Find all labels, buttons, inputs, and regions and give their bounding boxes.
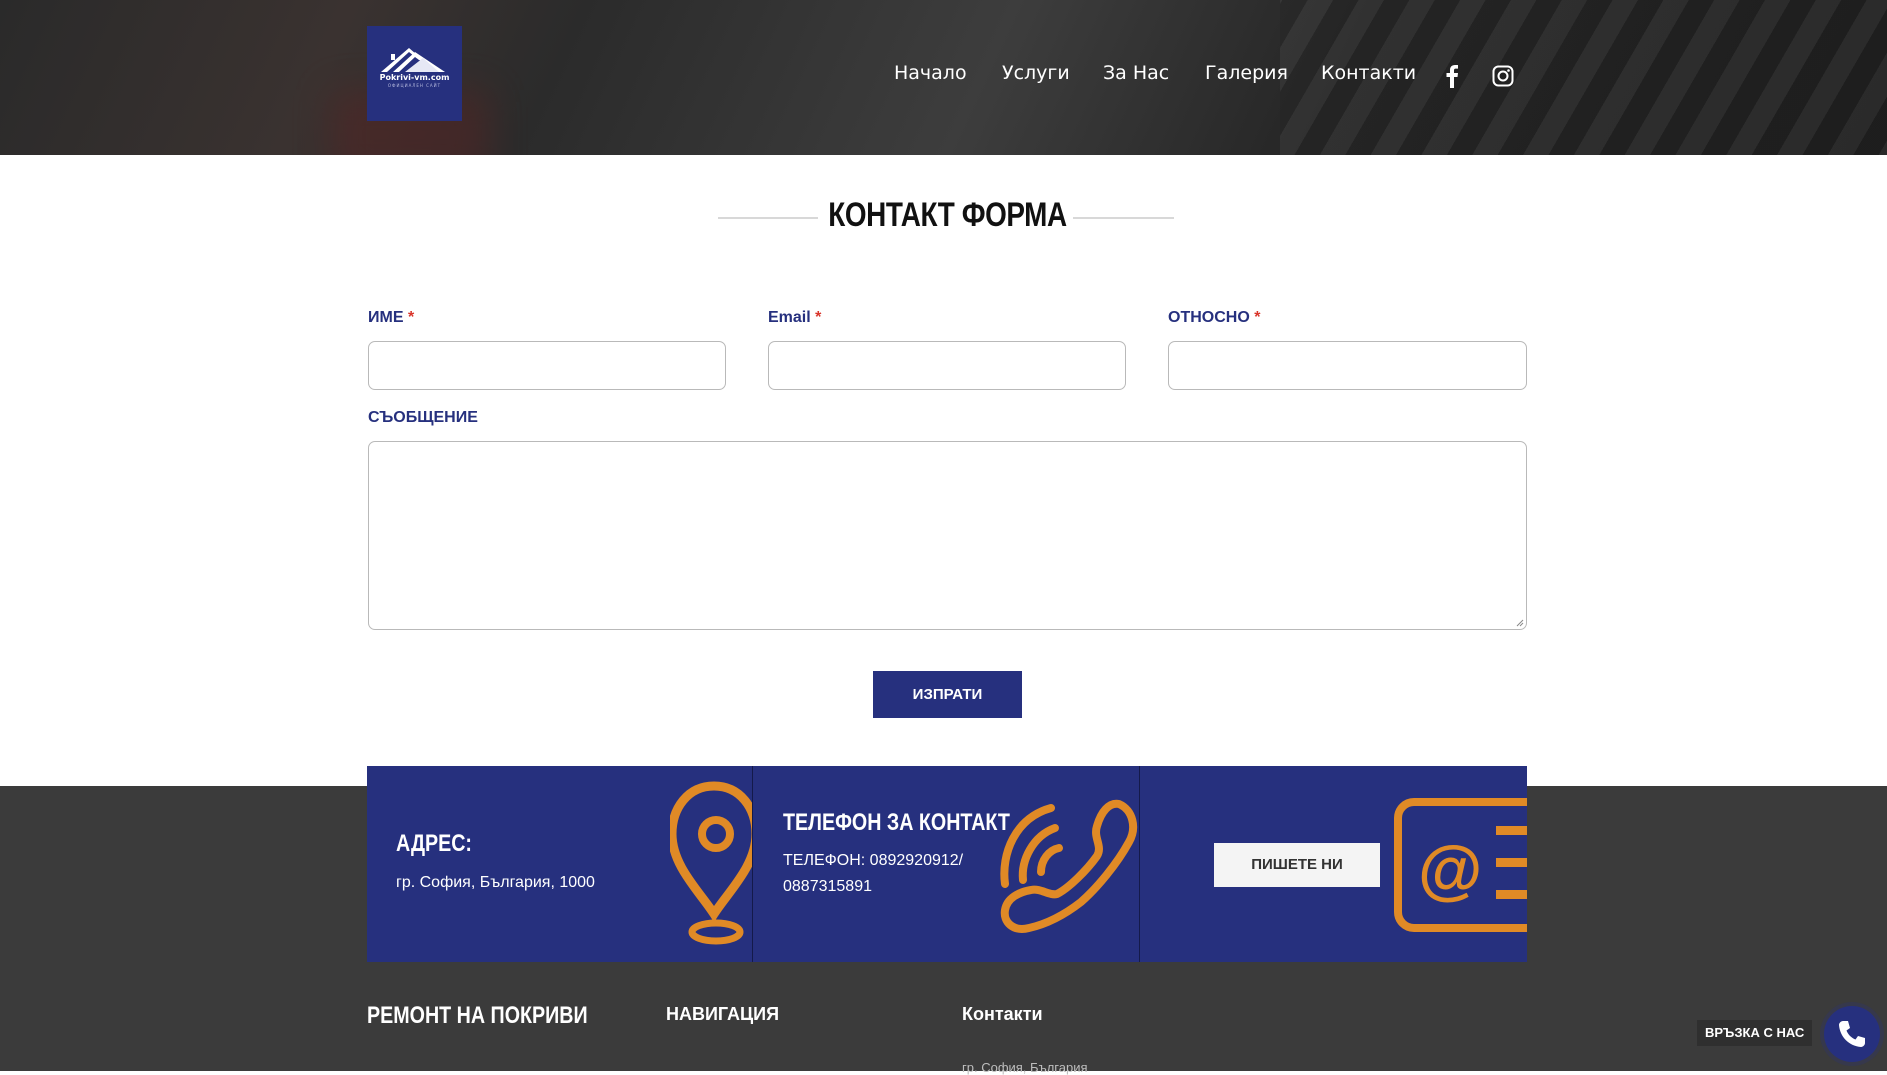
nav-contacts[interactable]: Контакти	[1321, 62, 1416, 84]
phone-ring-icon	[1000, 799, 1138, 933]
subject-field[interactable]	[1168, 341, 1527, 390]
email-field[interactable]	[768, 341, 1126, 390]
location-pin-icon	[670, 781, 752, 945]
nav-about[interactable]: За Нас	[1103, 62, 1169, 84]
phone-panel: ТЕЛЕФОН ЗА КОНТАКТ ТЕЛЕФОН: 0892920912/ …	[753, 766, 1139, 962]
facebook-icon[interactable]	[1445, 64, 1459, 92]
name-label: ИМЕ *	[368, 309, 415, 326]
message-label: СЪОБЩЕНИЕ	[368, 409, 478, 426]
address-title: АДРЕС:	[396, 830, 472, 857]
phone-line-1: ТЕЛЕФОН: 0892920912/	[783, 852, 964, 869]
phone-icon	[1839, 1021, 1865, 1047]
message-textarea[interactable]	[368, 441, 1527, 630]
email-card-icon: @	[1394, 798, 1527, 932]
site-logo[interactable]: Pokrivi-vm.com ОФИЦИАЛЕН САЙТ	[367, 26, 462, 121]
footer-col-title-navigation: НАВИГАЦИЯ	[666, 1004, 780, 1024]
footer-col-title-repair: РЕМОНТ НА ПОКРИВИ	[367, 1002, 588, 1029]
subject-label: ОТНОСНО *	[1168, 309, 1261, 326]
page-title: КОНТАКТ ФОРМА	[828, 196, 1067, 234]
name-field[interactable]	[368, 341, 726, 390]
nav-home[interactable]: Начало	[894, 62, 967, 84]
instagram-icon[interactable]	[1492, 65, 1514, 91]
resize-handle-icon[interactable]	[1514, 617, 1524, 627]
footer-contact-text: гр. София, България	[962, 1060, 1088, 1075]
svg-text:@: @	[1418, 832, 1482, 906]
write-us-button[interactable]: ПИШЕТЕ НИ	[1214, 843, 1380, 887]
nav-gallery[interactable]: Галерия	[1205, 62, 1288, 84]
logo-subtext: ОФИЦИАЛЕН САЙТ	[387, 83, 442, 88]
phone-title: ТЕЛЕФОН ЗА КОНТАКТ	[783, 809, 1010, 836]
phone-line-2: 0887315891	[783, 878, 872, 895]
address-text: гр. София, България, 1000	[396, 874, 595, 891]
footer-col-title-contacts: Контакти	[962, 1004, 1043, 1024]
address-panel: АДРЕС: гр. София, България, 1000	[367, 766, 752, 962]
site-header: Pokrivi-vm.com ОФИЦИАЛЕН САЙТ Начало Усл…	[0, 0, 1887, 155]
logo-text: Pokrivi-vm.com	[379, 73, 450, 82]
email-label: Email *	[768, 309, 822, 326]
call-button[interactable]	[1824, 1006, 1880, 1062]
call-us-badge[interactable]: ВРЪЗКА С НАС	[1697, 1020, 1813, 1046]
submit-button[interactable]: ИЗПРАТИ	[873, 671, 1022, 718]
nav-services[interactable]: Услуги	[1002, 62, 1070, 84]
